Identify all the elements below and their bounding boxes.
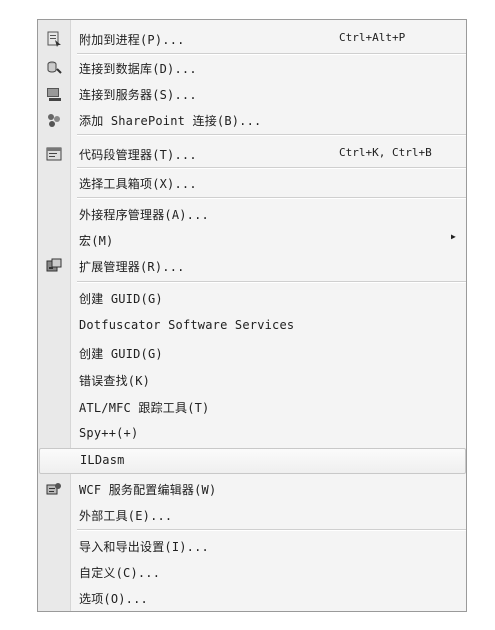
sharepoint-icon <box>48 114 60 127</box>
attach-process-icon <box>47 31 61 47</box>
shortcut-label: Ctrl+Alt+P <box>339 31 406 44</box>
menu-item-label: 创建 GUID(G) <box>79 347 163 361</box>
menu-separator <box>77 281 466 283</box>
menu-item-label: 错误查找(K) <box>79 374 151 388</box>
menu-item-label: 选择工具箱项(X)... <box>79 177 197 191</box>
menu-item-connect-database[interactable]: 连接到数据库(D)... <box>38 55 466 81</box>
menu-item-label: 外部工具(E)... <box>79 509 173 523</box>
menu-separator <box>77 529 466 531</box>
code-snippets-icon <box>46 147 62 161</box>
menu-item-customize[interactable]: 自定义(C)... <box>38 559 466 585</box>
menu-item-options[interactable]: 选项(O)... <box>38 585 466 611</box>
menu-item-import-export-settings[interactable]: 导入和导出设置(I)... <box>38 533 466 559</box>
connect-database-icon <box>47 61 62 74</box>
connect-server-icon <box>47 88 61 101</box>
menu-item-choose-toolbox-items[interactable]: 选择工具箱项(X)... <box>38 170 466 196</box>
menu-item-create-guid[interactable]: 创建 GUID(G) <box>38 285 466 311</box>
shortcut-label: Ctrl+K, Ctrl+B <box>339 146 432 159</box>
submenu-arrow-icon: ▶ <box>451 232 456 241</box>
menu-item-label: 连接到数据库(D)... <box>79 62 197 76</box>
menu-item-label: WCF 服务配置编辑器(W) <box>79 483 217 497</box>
menu-item-code-snippets-manager[interactable]: 代码段管理器(T)... Ctrl+K, Ctrl+B <box>38 141 466 167</box>
menu-item-label: 创建 GUID(G) <box>79 292 163 306</box>
extension-manager-icon <box>46 258 62 272</box>
menu-item-label: 自定义(C)... <box>79 566 161 580</box>
menu-item-label: 外接程序管理器(A)... <box>79 208 209 222</box>
menu-item-error-lookup[interactable]: 错误查找(K) <box>38 367 466 393</box>
menu-separator <box>77 167 466 169</box>
menu-item-label: Dotfuscator Software Services <box>79 318 295 332</box>
menu-item-external-tools[interactable]: 外部工具(E)... <box>38 502 466 528</box>
menu-separator <box>77 197 466 199</box>
menu-item-label: 选项(O)... <box>79 592 148 606</box>
menu-item-ildasm[interactable]: ILDasm <box>39 448 466 474</box>
menu-item-label: 宏(M) <box>79 234 114 248</box>
menu-item-extension-manager[interactable]: 扩展管理器(R)... <box>38 253 466 279</box>
menu-item-addin-manager[interactable]: 外接程序管理器(A)... <box>38 201 466 227</box>
tools-menu: 附加到进程(P)... Ctrl+Alt+P 连接到数据库(D)... 连接到服… <box>37 19 467 612</box>
menu-item-label: 连接到服务器(S)... <box>79 88 197 102</box>
menu-item-dotfuscator[interactable]: Dotfuscator Software Services <box>38 313 466 339</box>
menu-item-label: 附加到进程(P)... <box>79 33 185 47</box>
menu-item-label: Spy++(+) <box>79 426 139 440</box>
menu-item-wcf-config-editor[interactable]: WCF 服务配置编辑器(W) <box>38 476 466 502</box>
menu-item-attach-to-process[interactable]: 附加到进程(P)... Ctrl+Alt+P <box>38 26 466 52</box>
menu-item-label: ATL/MFC 跟踪工具(T) <box>79 401 210 415</box>
menu-item-label: 导入和导出设置(I)... <box>79 540 209 554</box>
menu-item-connect-server[interactable]: 连接到服务器(S)... <box>38 81 466 107</box>
menu-item-create-guid-2[interactable]: 创建 GUID(G) <box>38 340 466 366</box>
menu-item-macros[interactable]: 宏(M) ▶ <box>38 227 466 253</box>
menu-separator <box>77 134 466 136</box>
menu-item-label: ILDasm <box>80 453 125 467</box>
menu-item-add-sharepoint[interactable]: 添加 SharePoint 连接(B)... <box>38 107 466 133</box>
menu-item-label: 代码段管理器(T)... <box>79 148 197 162</box>
menu-item-label: 添加 SharePoint 连接(B)... <box>79 114 262 128</box>
menu-item-label: 扩展管理器(R)... <box>79 260 185 274</box>
menu-item-atl-mfc-trace-tool[interactable]: ATL/MFC 跟踪工具(T) <box>38 394 466 420</box>
menu-item-spy-plus-plus[interactable]: Spy++(+) <box>38 421 466 447</box>
wcf-config-icon <box>46 483 61 495</box>
